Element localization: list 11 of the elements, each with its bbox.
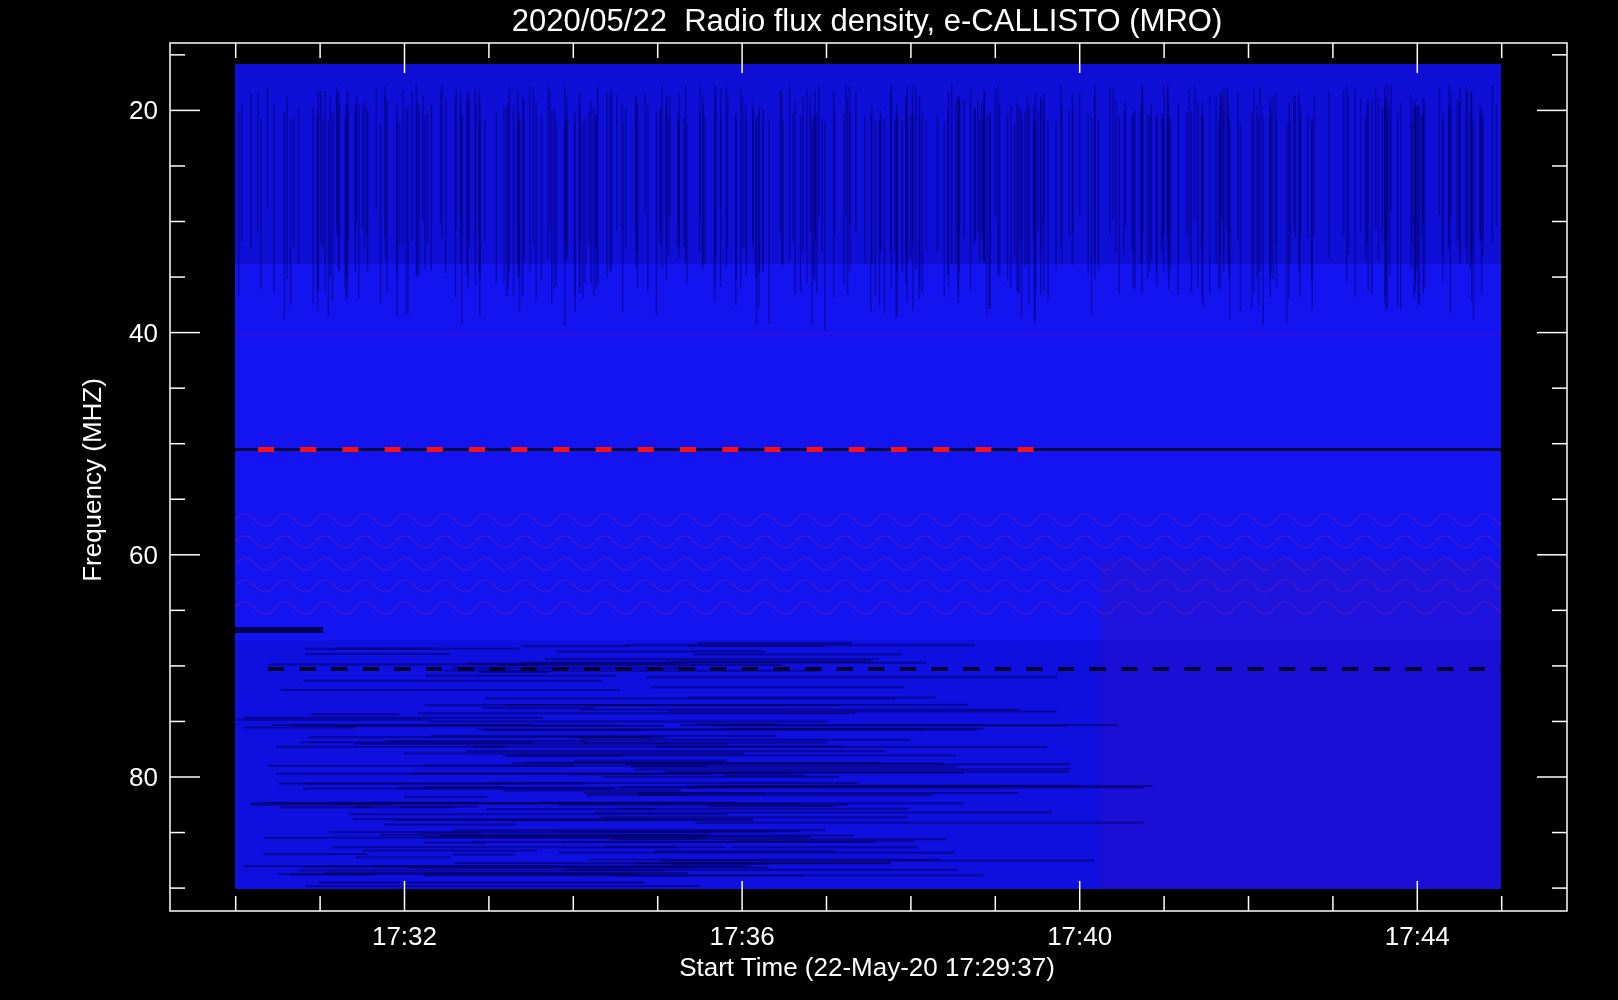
x-tick-label: 17:32 (371, 921, 438, 951)
y-tick-label: 20 (129, 95, 158, 126)
y-tick-label: 60 (129, 539, 158, 570)
x-tick-label: 17:44 (1384, 921, 1450, 951)
x-tick-label: 17:40 (1047, 921, 1113, 951)
y-tick-label: 40 (129, 317, 158, 348)
y-tick-label: 80 (129, 762, 158, 792)
chart-title: 2020/05/22 Radio flux density, e-CALLISTO (MRO) (511, 3, 1223, 38)
x-axis-label: Start Time (22-May-20 17:29:37) (679, 952, 1055, 982)
x-tick-label: 17:36 (709, 921, 775, 951)
y-axis-label: Frequency (MHZ) (77, 378, 107, 582)
